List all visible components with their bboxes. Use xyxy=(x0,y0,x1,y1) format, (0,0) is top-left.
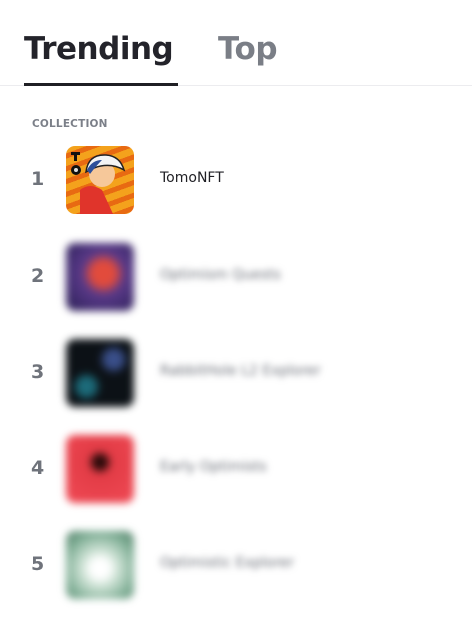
collection-row[interactable]: 1 TomoNFT xyxy=(0,146,472,226)
collection-name: Early Optimists xyxy=(160,459,267,475)
collection-thumbnail xyxy=(66,339,134,407)
collection-name: RabbitHole L2 Explorer xyxy=(160,363,321,379)
collection-name: Optimism Quests xyxy=(160,267,281,283)
tab-trending[interactable]: Trending xyxy=(24,28,174,70)
collection-row[interactable]: 5 Optimistic Explorer xyxy=(0,531,472,611)
collection-name: TomoNFT xyxy=(160,170,224,186)
collection-row[interactable]: 2 Optimism Quests xyxy=(0,243,472,323)
rank-number: 3 xyxy=(31,361,45,383)
active-tab-indicator xyxy=(24,83,178,86)
collection-column-header: COLLECTION xyxy=(32,118,108,130)
collection-thumbnail xyxy=(66,435,134,503)
rank-number: 5 xyxy=(31,553,45,575)
collection-row[interactable]: 3 RabbitHole L2 Explorer xyxy=(0,339,472,419)
collection-thumbnail xyxy=(66,243,134,311)
tab-top[interactable]: Top xyxy=(218,28,278,70)
collection-thumbnail xyxy=(66,531,134,599)
tab-bar: Trending Top xyxy=(0,0,472,86)
collection-name: Optimistic Explorer xyxy=(160,555,294,571)
tomonft-avatar xyxy=(66,146,134,214)
rank-number: 1 xyxy=(31,168,45,190)
collection-row[interactable]: 4 Early Optimists xyxy=(0,435,472,515)
rank-number: 4 xyxy=(31,457,45,479)
tomonft-avatar-art xyxy=(71,152,126,214)
rank-number: 2 xyxy=(31,265,45,287)
